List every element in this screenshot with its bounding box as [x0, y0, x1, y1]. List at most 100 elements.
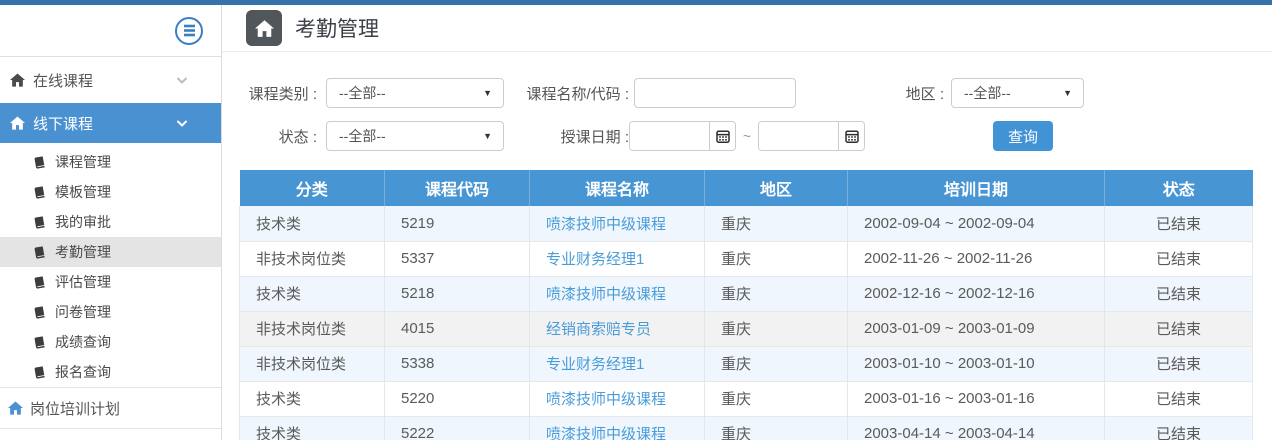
sidebar-item-evaluation-management[interactable]: 评估管理: [0, 267, 221, 297]
cell-region: 重庆: [705, 381, 848, 416]
sidebar-item-questionnaire-management[interactable]: 问卷管理: [0, 297, 221, 327]
submenu-item-label: 报名查询: [55, 362, 111, 382]
filter-row-2: 状态 : --全部-- ▼ 授课日期 : ~: [247, 121, 1272, 151]
course-name-link[interactable]: 喷漆技师中级课程: [546, 391, 666, 408]
submenu-item-label: 评估管理: [55, 272, 111, 292]
category-select[interactable]: --全部-- ▼: [326, 78, 504, 108]
table-row: 技术类 5220 喷漆技师中级课程 重庆 2003-01-16 ~ 2003-0…: [240, 381, 1253, 416]
book-icon: [33, 186, 46, 199]
cell-training-date: 2003-01-16 ~ 2003-01-16: [848, 381, 1105, 416]
cell-course-name: 专业财务经理1: [530, 241, 705, 276]
book-icon: [33, 336, 46, 349]
cell-category: 非技术岗位类: [240, 311, 385, 346]
caret-down-icon: ▼: [483, 88, 492, 98]
cell-category: 技术类: [240, 206, 385, 241]
cell-course-name: 专业财务经理1: [530, 346, 705, 381]
column-header-region: 地区: [705, 170, 848, 206]
cell-status: 已结束: [1105, 381, 1253, 416]
cell-course-name: 喷漆技师中级课程: [530, 276, 705, 311]
cell-status: 已结束: [1105, 311, 1253, 346]
attendance-table: 分类 课程代码 课程名称 地区 培训日期 状态 技术类 5219 喷漆技师中级课…: [239, 170, 1253, 440]
cell-training-date: 2002-09-04 ~ 2002-09-04: [848, 206, 1105, 241]
home-icon: [8, 401, 24, 415]
column-header-course-code: 课程代码: [385, 170, 530, 206]
submenu-item-label: 我的审批: [55, 212, 111, 232]
course-name-link[interactable]: 喷漆技师中级课程: [546, 216, 666, 233]
caret-down-icon: ▼: [483, 131, 492, 141]
table-row: 非技术岗位类 5338 专业财务经理1 重庆 2003-01-10 ~ 2003…: [240, 346, 1253, 381]
cell-region: 重庆: [705, 311, 848, 346]
sidebar-item-registration-query[interactable]: 报名查询: [0, 357, 221, 387]
cell-training-date: 2003-04-14 ~ 2003-04-14: [848, 416, 1105, 440]
sidebar-item-score-query[interactable]: 成绩查询: [0, 327, 221, 357]
sidebar-submenu: 课程管理 模板管理 我的审批 考勤管理 评估管理 问卷管理: [0, 143, 221, 387]
chevron-down-icon: [176, 75, 188, 86]
date-to-input[interactable]: [759, 122, 838, 150]
date-from-picker-button[interactable]: [709, 122, 735, 150]
cell-status: 已结束: [1105, 346, 1253, 381]
sidebar-item-label: 线下课程: [33, 113, 93, 134]
name-code-input[interactable]: [634, 78, 796, 108]
course-name-link[interactable]: 经销商索赔专员: [546, 321, 651, 338]
book-icon: [33, 246, 46, 259]
sidebar-brand-area: [0, 5, 221, 57]
cell-category: 非技术岗位类: [240, 241, 385, 276]
cell-course-code: 5222: [385, 416, 530, 440]
region-select-value: --全部--: [964, 83, 1011, 103]
book-icon: [33, 156, 46, 169]
column-header-training-date: 培训日期: [848, 170, 1105, 206]
column-header-category: 分类: [240, 170, 385, 206]
date-from-input[interactable]: [630, 122, 709, 150]
cell-status: 已结束: [1105, 276, 1253, 311]
search-button[interactable]: 查询: [993, 121, 1053, 151]
sidebar-item-online-courses[interactable]: 在线课程: [0, 57, 221, 103]
main-content: 考勤管理 课程类别 : --全部-- ▼ 课程名称/代码 : 地区 : --全部…: [222, 5, 1272, 440]
sidebar-item-template-management[interactable]: 模板管理: [0, 177, 221, 207]
sidebar-toggle-button[interactable]: [175, 17, 203, 45]
cell-course-name: 喷漆技师中级课程: [530, 416, 705, 440]
filter-row-1: 课程类别 : --全部-- ▼ 课程名称/代码 : 地区 : --全部-- ▼: [247, 78, 1272, 108]
submenu-item-label: 模板管理: [55, 182, 111, 202]
cell-category: 技术类: [240, 276, 385, 311]
cell-region: 重庆: [705, 206, 848, 241]
course-name-link[interactable]: 专业财务经理1: [546, 356, 644, 373]
course-name-link[interactable]: 喷漆技师中级课程: [546, 286, 666, 303]
sidebar-item-post-training-plan[interactable]: 岗位培训计划: [0, 387, 221, 429]
cell-status: 已结束: [1105, 206, 1253, 241]
course-name-link[interactable]: 专业财务经理1: [546, 251, 644, 268]
attendance-table-wrap: 分类 课程代码 课程名称 地区 培训日期 状态 技术类 5219 喷漆技师中级课…: [239, 170, 1252, 440]
table-row: 技术类 5219 喷漆技师中级课程 重庆 2002-09-04 ~ 2002-0…: [240, 206, 1253, 241]
course-name-link[interactable]: 喷漆技师中级课程: [546, 426, 666, 440]
sidebar-item-label: 在线课程: [33, 70, 93, 91]
cell-region: 重庆: [705, 241, 848, 276]
sidebar-item-attendance-management[interactable]: 考勤管理: [0, 237, 221, 267]
status-label: 状态 :: [247, 126, 317, 147]
book-icon: [33, 216, 46, 229]
cell-status: 已结束: [1105, 241, 1253, 276]
chevron-down-icon: [176, 118, 188, 129]
region-select[interactable]: --全部-- ▼: [951, 78, 1084, 108]
date-to-picker-button[interactable]: [838, 122, 864, 150]
teach-date-label: 授课日期 :: [504, 126, 629, 147]
column-header-course-name: 课程名称: [530, 170, 705, 206]
cell-course-code: 5220: [385, 381, 530, 416]
status-select[interactable]: --全部-- ▼: [326, 121, 504, 151]
cell-category: 技术类: [240, 416, 385, 440]
book-icon: [33, 276, 46, 289]
sidebar-item-my-approvals[interactable]: 我的审批: [0, 207, 221, 237]
cell-region: 重庆: [705, 276, 848, 311]
home-icon: [10, 116, 26, 130]
sidebar-item-course-management[interactable]: 课程管理: [0, 147, 221, 177]
cell-training-date: 2002-12-16 ~ 2002-12-16: [848, 276, 1105, 311]
table-row: 非技术岗位类 5337 专业财务经理1 重庆 2002-11-26 ~ 2002…: [240, 241, 1253, 276]
date-range-separator: ~: [736, 128, 758, 144]
region-label: 地区 :: [796, 83, 944, 104]
menu-icon: [182, 23, 197, 38]
table-row: 非技术岗位类 4015 经销商索赔专员 重庆 2003-01-09 ~ 2003…: [240, 311, 1253, 346]
sidebar-item-label: 岗位培训计划: [30, 398, 120, 419]
cell-course-code: 5338: [385, 346, 530, 381]
caret-down-icon: ▼: [1063, 88, 1072, 98]
category-label: 课程类别 :: [247, 83, 317, 104]
sidebar-item-offline-courses[interactable]: 线下课程: [0, 103, 221, 143]
cell-category: 技术类: [240, 381, 385, 416]
